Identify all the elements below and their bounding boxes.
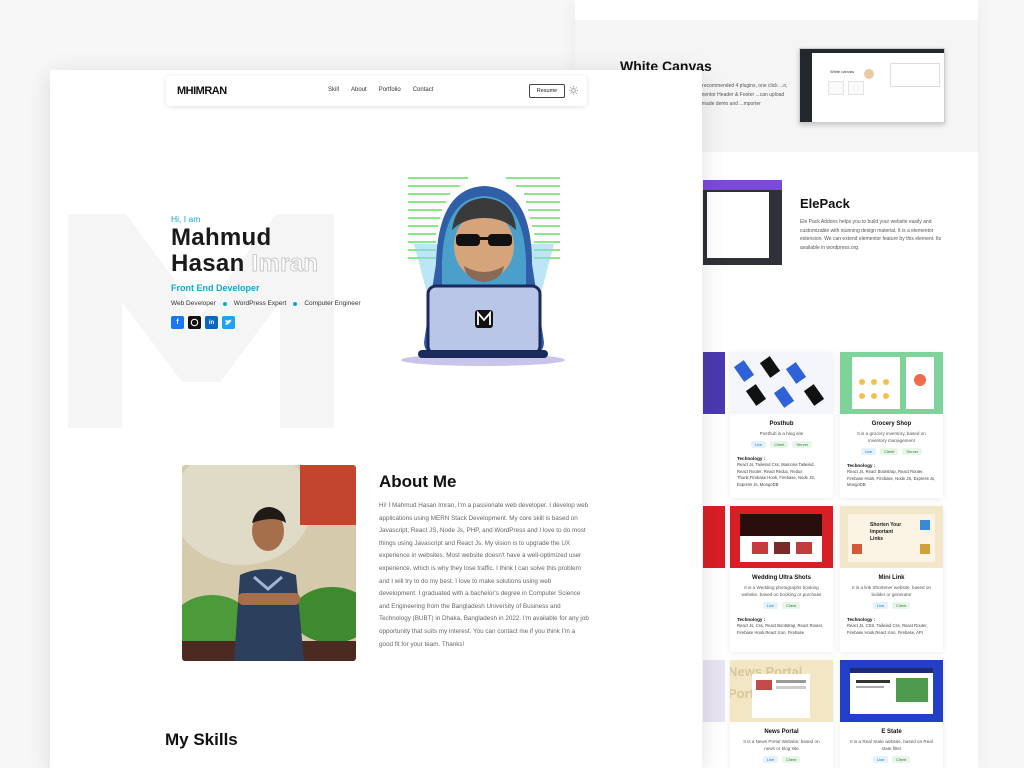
white-canvas-screenshot[interactable]: White canvas — [799, 48, 945, 123]
project-name: Posthub — [769, 421, 794, 427]
nav-link-portfolio[interactable]: Portfolio — [379, 87, 401, 93]
developer-illustration — [401, 177, 565, 366]
project-name: News Portal — [764, 729, 799, 735]
about-title: About Me — [379, 472, 457, 491]
project-card-grocery: Grocery Shop It is a grocery inventory, … — [840, 352, 943, 498]
live-button[interactable]: Live — [872, 756, 889, 763]
server-button[interactable]: Server — [792, 441, 813, 448]
github-icon[interactable] — [188, 316, 201, 329]
tag-wordpress-expert: WordPress Expert — [233, 300, 287, 307]
tech-list: React Js, React Bootstrap, React Router,… — [847, 469, 936, 487]
live-button[interactable]: Live — [762, 756, 779, 763]
tech-title: Technology : — [737, 617, 766, 622]
project-card-newsportal: News Portal Portal News Portal It is a Ne… — [730, 660, 833, 768]
live-button[interactable]: Live — [860, 448, 877, 455]
hero-name-line1: Mahmud — [171, 224, 272, 251]
tag-web-developer: Web Developer — [171, 300, 216, 307]
hero-role: Front End Developer — [171, 283, 260, 293]
theme-toggle-sun-icon[interactable] — [569, 86, 578, 95]
project-desc: It is a Real State website, based on Rea… — [850, 739, 933, 751]
elepack-title: ElePack — [800, 196, 850, 211]
client-button[interactable]: Client — [782, 756, 801, 763]
project-card-posthub: Posthub Posthub is a blog site Live Clien… — [730, 352, 833, 498]
project-stub — [703, 352, 725, 414]
tag-separator-dot — [293, 301, 298, 306]
server-button[interactable]: Server — [902, 448, 923, 455]
hero-name-part: Hasan — [171, 250, 245, 277]
project-stub — [703, 506, 725, 568]
live-button[interactable]: Live — [762, 602, 779, 609]
project-desc: It is a grocery inventory, based on inve… — [857, 431, 926, 443]
client-button[interactable]: Client — [892, 756, 911, 763]
nav-link-contact[interactable]: Contact — [413, 87, 434, 93]
project-card-minilink: Shorten Your Important Links Mini Link It … — [840, 506, 943, 652]
elepack-screenshot[interactable] — [703, 180, 782, 265]
hero-name-line2: Hasan Imran — [171, 250, 319, 278]
screenshot-heading: White canvas — [830, 69, 855, 74]
project-name: Mini Link — [878, 575, 905, 581]
project-name: Grocery Shop — [871, 421, 912, 427]
project-desc: Posthub is a blog site — [759, 431, 804, 436]
live-button[interactable]: Live — [872, 602, 889, 609]
elepack-desc: Ele Pack Addons helps you to build your … — [800, 219, 942, 251]
tech-title: Technology : — [847, 617, 876, 622]
site-logo[interactable]: MHIMRAN — [177, 85, 227, 97]
project-name: Wedding Ultra Shots — [752, 575, 811, 581]
svg-text:Important: Important — [870, 529, 893, 535]
white-canvas-desc: ...is recommended 4 plugins, one click .… — [693, 83, 788, 107]
tech-title: Technology : — [737, 456, 766, 461]
client-button[interactable]: Client — [770, 441, 789, 448]
portfolio-page-front: MHIMRAN Skill About Portfolio Contact Re… — [50, 70, 702, 768]
project-card-wedding: Wedding Ultra Shots It is a Wedding phot… — [730, 506, 833, 652]
live-button[interactable]: Live — [750, 441, 767, 448]
tech-list: React Js, Tailwind Css, Mamoria Tailwind… — [737, 462, 816, 487]
tag-computer-engineer: Computer Engineer — [304, 300, 361, 307]
hero-greeting: Hi, I am — [171, 214, 201, 224]
twitter-icon[interactable] — [222, 316, 235, 329]
nav-link-about[interactable]: About — [351, 87, 367, 93]
nav-link-skill[interactable]: Skill — [328, 87, 339, 93]
tech-title: Technology : — [847, 463, 876, 468]
hero-name-outline-part: Imran — [251, 250, 319, 278]
hero-tags: Web Developer WordPress Expert Computer … — [171, 300, 361, 307]
profile-photo — [182, 465, 356, 661]
resume-button[interactable]: Resume — [529, 84, 565, 98]
top-navbar: MHIMRAN Skill About Portfolio Contact Re… — [166, 76, 587, 106]
project-desc: It is a Wedding photographs booking webs… — [741, 585, 822, 597]
svg-text:Shorten Your: Shorten Your — [870, 522, 901, 528]
about-text: Hi! I Mahmud Hasan Imran, I'm a passiona… — [379, 502, 589, 648]
skills-title: My Skills — [165, 730, 238, 749]
linkedin-icon[interactable]: in — [205, 316, 218, 329]
tech-list: React Js, Css, React Bootstrap, React Ro… — [737, 623, 824, 635]
social-links: f in — [171, 316, 235, 329]
svg-text:Links: Links — [870, 536, 883, 542]
tech-list: React Js, CSS, Tailwind Css, React Route… — [847, 623, 928, 635]
facebook-icon[interactable]: f — [171, 316, 184, 329]
nav-links: Skill About Portfolio Contact — [328, 87, 433, 93]
project-desc: It is a link Shortener website, based on… — [852, 585, 931, 597]
project-name: E State — [881, 729, 902, 735]
mockup-stage: White Canvas ...is recommended 4 plugins… — [0, 0, 1024, 768]
project-card-estate: E State It is a Real State website, base… — [840, 660, 943, 768]
project-stub — [703, 660, 725, 722]
project-desc: It is a News Portal Website, based on ne… — [743, 739, 820, 751]
client-button[interactable]: Client — [782, 602, 801, 609]
client-button[interactable]: Client — [892, 602, 911, 609]
client-button[interactable]: Client — [880, 448, 899, 455]
tag-separator-dot — [222, 301, 227, 306]
